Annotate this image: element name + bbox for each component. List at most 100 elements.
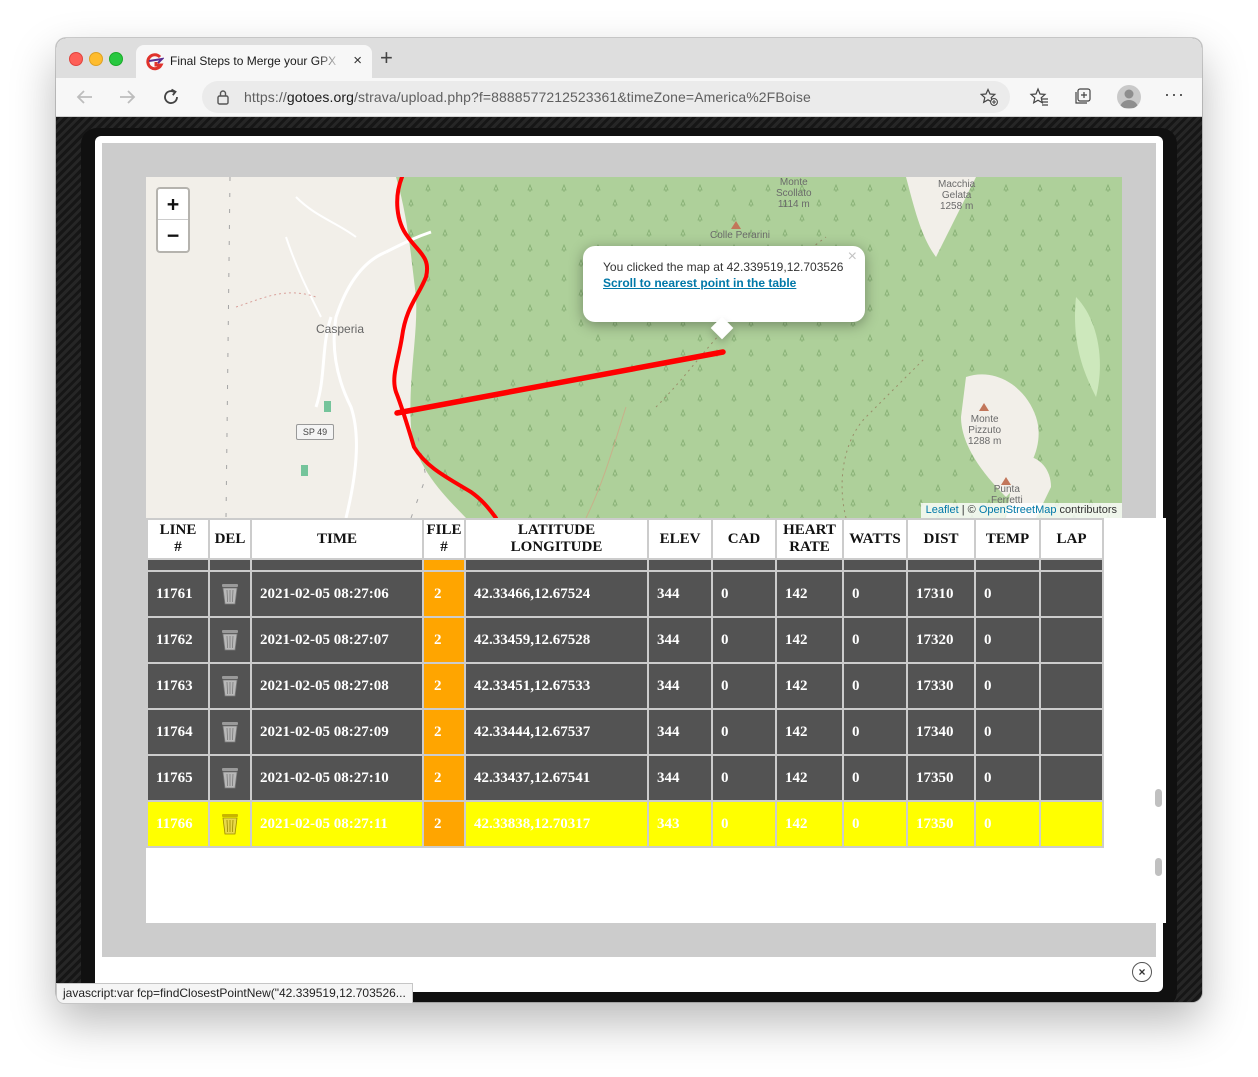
osm-link[interactable]: OpenStreetMap [979, 504, 1057, 516]
cell-elev: 344 [647, 708, 713, 756]
merge-modal: Monte Scollato 1114 m Macchia Gelata 125… [95, 136, 1166, 992]
cell-dist: 17310 [906, 570, 976, 618]
header-file[interactable]: FILE # [422, 518, 466, 560]
person-icon [1120, 89, 1138, 108]
url-text[interactable]: https://gotoes.org/strava/upload.php?f=8… [244, 89, 811, 105]
header-hr[interactable]: HEART RATE [775, 518, 844, 560]
lock-icon[interactable] [216, 89, 230, 105]
table-scrollbar[interactable] [1152, 518, 1166, 923]
cell-del [208, 708, 252, 756]
active-tab[interactable]: Final Steps to Merge your GPX × [136, 45, 372, 78]
trash-icon[interactable] [219, 582, 241, 606]
close-tab-icon[interactable]: × [353, 53, 362, 69]
add-favorite-icon[interactable] [980, 88, 998, 106]
browser-toolbar: https://gotoes.org/strava/upload.php?f=8… [56, 78, 1202, 117]
cell-latlon: 42.33838,12.70317 [464, 800, 649, 848]
popup-close-icon[interactable]: × [848, 248, 857, 266]
cell-file: 2 [422, 662, 466, 710]
address-bar[interactable]: https://gotoes.org/strava/upload.php?f=8… [202, 81, 1010, 113]
cell-elev: 344 [647, 616, 713, 664]
url-host: gotoes.org [286, 89, 354, 105]
header-elev[interactable]: ELEV [647, 518, 713, 560]
cell-dist: 17340 [906, 708, 976, 756]
trash-icon[interactable] [219, 628, 241, 652]
cell-latlon: 42.33466,12.67524 [464, 570, 649, 618]
zoom-in-button[interactable]: + [158, 189, 188, 220]
tab-bar: Final Steps to Merge your GPX × + [56, 38, 1202, 78]
scrollbar-thumb-lower[interactable] [1155, 858, 1162, 876]
table-row[interactable]: 11766 2021-02-05 08:27:11 2 42.33838,12.703… [146, 800, 1104, 848]
cell-lap [1039, 800, 1104, 848]
cell-lap [1039, 662, 1104, 710]
scroll-to-nearest-link[interactable]: Scroll to nearest point in the table [603, 276, 796, 290]
table-row[interactable]: 11761 2021-02-05 08:27:06 2 42.33466,12.675… [146, 570, 1104, 618]
cell-temp: 0 [974, 662, 1041, 710]
header-line[interactable]: LINE # [146, 518, 210, 560]
cell-del [208, 570, 252, 618]
trash-icon[interactable] [219, 812, 241, 836]
road-shield-sp49: SP 49 [296, 424, 334, 440]
cell-cad: 0 [711, 616, 777, 664]
cell-cad: 0 [711, 708, 777, 756]
table-row-partial [146, 558, 1104, 572]
map-tiles[interactable] [146, 177, 1122, 518]
maximize-window-button[interactable] [109, 52, 123, 66]
new-tab-button[interactable]: + [380, 47, 393, 69]
scrollbar-thumb[interactable] [1155, 789, 1162, 807]
cell-dist: 17350 [906, 800, 976, 848]
profile-avatar[interactable] [1117, 85, 1141, 109]
cell-hr: 142 [775, 570, 844, 618]
header-del[interactable]: DEL [208, 518, 252, 560]
cell-del [208, 662, 252, 710]
favorites-icon[interactable] [1029, 87, 1049, 107]
close-window-button[interactable] [69, 52, 83, 66]
header-lap[interactable]: LAP [1039, 518, 1104, 560]
cell-temp: 0 [974, 708, 1041, 756]
trash-icon[interactable] [219, 720, 241, 744]
status-bar: javascript:var fcp=findClosestPointNew("… [56, 983, 413, 1004]
trash-icon[interactable] [219, 674, 241, 698]
minimize-window-button[interactable] [89, 52, 103, 66]
cell-del [208, 754, 252, 802]
header-time[interactable]: TIME [250, 518, 424, 560]
map-label-monte-scollato: Monte Scollato 1114 m [776, 177, 812, 210]
cell-cad: 0 [711, 570, 777, 618]
more-options-icon[interactable]: ··· [1164, 84, 1185, 105]
cell-del [208, 800, 252, 848]
cell-hr: 142 [775, 708, 844, 756]
reload-icon[interactable] [160, 86, 182, 108]
table-row[interactable]: 11764 2021-02-05 08:27:09 2 42.33444,12.675… [146, 708, 1104, 756]
modal-content: Monte Scollato 1114 m Macchia Gelata 125… [102, 143, 1166, 957]
header-watts[interactable]: WATTS [842, 518, 908, 560]
page-viewport: Monte Scollato 1114 m Macchia Gelata 125… [56, 117, 1202, 1002]
cell-elev: 344 [647, 662, 713, 710]
header-cad[interactable]: CAD [711, 518, 777, 560]
map-label-colle-perarini: Colle Perarini [710, 230, 771, 241]
cell-time: 2021-02-05 08:27:07 [250, 616, 424, 664]
header-dist[interactable]: DIST [906, 518, 976, 560]
map-label-casperia: Casperia [316, 322, 365, 336]
cell-watts: 0 [842, 800, 908, 848]
forward-arrow-icon[interactable] [116, 86, 138, 108]
map-label-macchia-gelata: Macchia Gelata 1258 m [938, 179, 975, 212]
cell-temp: 0 [974, 570, 1041, 618]
map-view[interactable]: Monte Scollato 1114 m Macchia Gelata 125… [146, 177, 1122, 518]
leaflet-link[interactable]: Leaflet [926, 504, 959, 516]
trash-icon[interactable] [219, 766, 241, 790]
modal-close-icon[interactable]: × [1132, 962, 1152, 982]
collections-icon[interactable] [1072, 87, 1092, 107]
header-latlon[interactable]: LATITUDE LONGITUDE [464, 518, 649, 560]
table-row[interactable]: 11763 2021-02-05 08:27:08 2 42.33451,12.675… [146, 662, 1104, 710]
cell-latlon: 42.33459,12.67528 [464, 616, 649, 664]
map-popup: × You clicked the map at 42.339519,12.70… [583, 246, 865, 340]
cell-line: 11762 [146, 616, 210, 664]
cell-elev: 344 [647, 754, 713, 802]
header-temp[interactable]: TEMP [974, 518, 1041, 560]
points-table-container[interactable]: LINE # DEL TIME FILE # LATITUDE LONGITUD… [146, 518, 1152, 923]
cell-temp: 0 [974, 800, 1041, 848]
back-arrow-icon[interactable] [74, 86, 96, 108]
table-row[interactable]: 11762 2021-02-05 08:27:07 2 42.33459,12.675… [146, 616, 1104, 664]
table-row[interactable]: 11765 2021-02-05 08:27:10 2 42.33437,12.675… [146, 754, 1104, 802]
cell-file: 2 [422, 754, 466, 802]
zoom-out-button[interactable]: − [158, 220, 188, 250]
